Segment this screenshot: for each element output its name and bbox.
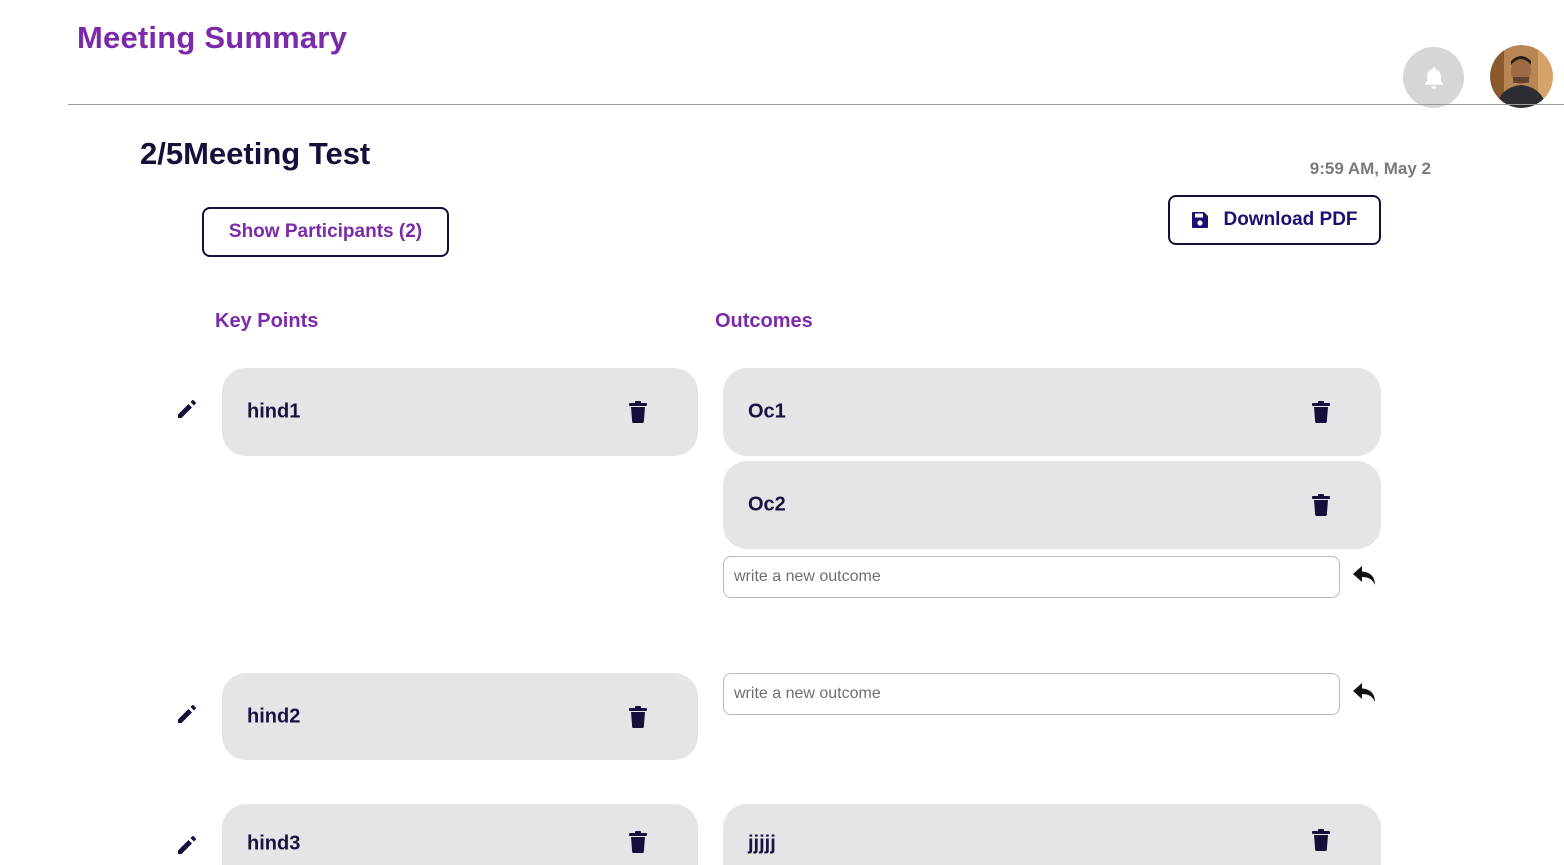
key-point-text-2: hind2 xyxy=(247,705,301,727)
meeting-summary-page: Meeting Summary 2/5Meeting Test 9:59 AM,… xyxy=(0,0,1564,865)
outcomes-heading: Outcomes xyxy=(715,310,813,332)
delete-outcome-1-2-trash-icon[interactable] xyxy=(1312,494,1330,516)
key-points-heading: Key Points xyxy=(215,310,319,332)
key-point-card-2: hind2 xyxy=(222,673,698,760)
avatar[interactable] xyxy=(1490,45,1553,108)
submit-outcome-1-reply-icon[interactable] xyxy=(1352,565,1378,587)
delete-key-point-1-trash-icon[interactable] xyxy=(629,401,647,423)
key-point-card-3: hind3 xyxy=(222,804,698,865)
app-title: Meeting Summary xyxy=(77,20,348,55)
delete-key-point-2-trash-icon[interactable] xyxy=(629,705,647,728)
user-photo xyxy=(1490,45,1553,108)
outcome-card-3-1: jjjjj xyxy=(723,804,1381,865)
bell-icon xyxy=(1424,66,1443,89)
outcome-card-1-1: Oc1 xyxy=(723,368,1381,456)
delete-key-point-3-trash-icon[interactable] xyxy=(629,831,647,853)
new-outcome-input-1[interactable] xyxy=(723,556,1340,598)
outcome-text-1-2: Oc2 xyxy=(748,493,786,516)
show-participants-label: Show Participants (2) xyxy=(228,221,423,242)
delete-outcome-3-1-trash-icon[interactable] xyxy=(1312,829,1330,851)
edit-key-point-1-pencil-icon[interactable] xyxy=(176,398,198,420)
delete-outcome-1-1-trash-icon[interactable] xyxy=(1312,401,1330,423)
floppy-disk-icon xyxy=(1192,212,1209,228)
meeting-timestamp: 9:59 AM, May 2 xyxy=(1309,159,1431,178)
notification-button[interactable] xyxy=(1403,47,1464,108)
outcome-text-1-1: Oc1 xyxy=(748,400,786,423)
edit-key-point-3-pencil-icon[interactable] xyxy=(176,834,198,856)
show-participants-button[interactable]: Show Participants (2) xyxy=(202,207,449,257)
download-pdf-button[interactable]: Download PDF xyxy=(1168,195,1381,245)
meeting-title: 2/5Meeting Test xyxy=(140,136,371,171)
header-divider xyxy=(68,104,1564,105)
key-point-text-3: hind3 xyxy=(247,832,301,855)
download-pdf-label: Download PDF xyxy=(1223,209,1358,230)
outcome-card-1-2: Oc2 xyxy=(723,461,1381,549)
key-point-text-1: hind1 xyxy=(247,400,301,423)
new-outcome-input-2[interactable] xyxy=(723,673,1340,715)
outcome-text-3-1: jjjjj xyxy=(748,832,776,855)
submit-outcome-2-reply-icon[interactable] xyxy=(1352,682,1378,704)
edit-key-point-2-pencil-icon[interactable] xyxy=(176,703,198,725)
key-point-card-1: hind1 xyxy=(222,368,698,456)
